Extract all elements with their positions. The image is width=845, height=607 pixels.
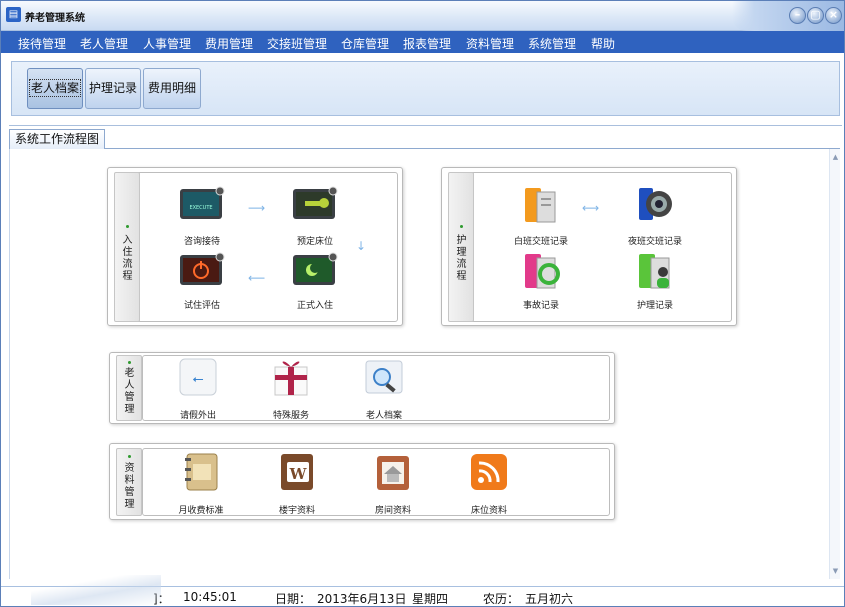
monitor-key-icon <box>293 186 338 219</box>
binder-cycle-icon <box>525 254 560 289</box>
divider <box>9 125 842 126</box>
house-folder-icon <box>377 456 409 490</box>
book-w-icon: W <box>281 454 313 490</box>
arrow-both-icon: ⟷ <box>582 201 600 215</box>
menu-reports[interactable]: 报表管理 <box>403 35 451 52</box>
menu-reception[interactable]: 接待管理 <box>18 35 66 52</box>
date-label: 日期： <box>275 592 312 606</box>
scroll-up-icon[interactable]: ▲ <box>831 153 840 161</box>
menu-fees[interactable]: 费用管理 <box>205 35 253 52</box>
app-icon: ▤ <box>6 7 21 22</box>
group-elder-label: 老人管理 <box>124 368 135 415</box>
group-elder-tab: 老人管理 <box>116 355 142 421</box>
monitor-power-icon <box>180 252 225 285</box>
close-button[interactable]: × <box>825 7 842 24</box>
menu-warehouse[interactable]: 仓库管理 <box>341 35 389 52</box>
restore-button[interactable]: ▢ <box>807 7 824 24</box>
tab-strip: 系统工作流程图 <box>9 129 840 149</box>
tab-workflow[interactable]: 系统工作流程图 <box>9 129 106 149</box>
time-value: 10:45:01 <box>183 590 237 604</box>
group-checkin: 入住流程 EXECUTE 咨询接待 预定床位 试住评估 正式入住 ⟶ ↓ ⟵ <box>107 167 403 326</box>
date-value: 2013年6月13日 <box>317 592 407 606</box>
green-dot-icon <box>460 225 463 228</box>
group-nursing-tab: 护理流程 <box>448 172 474 322</box>
svg-text:EXECUTE: EXECUTE <box>189 205 212 211</box>
minimize-button[interactable]: – <box>789 7 806 24</box>
weekday-value: 星期四 <box>412 592 449 606</box>
menu-system[interactable]: 系统管理 <box>528 35 576 52</box>
search-folder-icon <box>365 360 403 394</box>
title-bar[interactable]: ▤ 养老管理系统 – ▢ × <box>1 1 844 31</box>
vertical-scrollbar[interactable]: ▲ ▼ <box>829 149 840 579</box>
svg-text:⭠: ⭠ <box>192 371 203 387</box>
group-nursing: 护理流程 白班交班记录 夜班交班记录 事故记录 护理记录 ⟷ <box>441 167 737 326</box>
binder-day-icon <box>525 188 556 223</box>
arrow-left-icon: ⟵ <box>248 271 266 285</box>
arrow-down-icon: ↓ <box>356 239 367 253</box>
monitor-moon-icon <box>293 252 338 285</box>
group-elder: 老人管理 ⭠ 请假外出 特殊服务 老人档案 <box>109 352 615 424</box>
notebook-icon <box>185 453 218 491</box>
menu-help[interactable]: 帮助 <box>591 35 615 52</box>
time-label: ]： <box>153 592 170 606</box>
toolbar-nursing-record-button[interactable]: 护理记录 <box>85 68 141 109</box>
group-data: 资料管理 月收费标准 W 楼宇资料 房间资料 床位资料 <box>109 443 615 520</box>
group-checkin-tab: 入住流程 <box>114 172 140 322</box>
gift-icon <box>274 361 308 396</box>
toolbar-elder-file-button[interactable]: 老人档案 <box>27 68 83 109</box>
group-data-label: 资料管理 <box>124 463 135 510</box>
group-checkin-label: 入住流程 <box>122 235 133 282</box>
binder-user-icon <box>639 254 670 289</box>
scroll-down-icon[interactable]: ▼ <box>831 567 840 575</box>
workflow-canvas: 入住流程 EXECUTE 咨询接待 预定床位 试住评估 正式入住 ⟶ ↓ ⟵ 护… <box>9 149 840 579</box>
green-dot-icon <box>126 225 129 228</box>
menu-data[interactable]: 资料管理 <box>466 35 514 52</box>
toolbar-fee-detail-button[interactable]: 费用明细 <box>143 68 201 109</box>
menu-shift[interactable]: 交接班管理 <box>267 35 327 52</box>
window-controls: – ▢ × <box>732 1 844 31</box>
svg-text:W: W <box>289 465 308 483</box>
group-nursing-label: 护理流程 <box>456 235 467 282</box>
app-window: ▤ 养老管理系统 – ▢ × 接待管理 老人管理 人事管理 费用管理 交接班管理… <box>0 0 845 607</box>
green-dot-icon <box>128 455 131 458</box>
lunar-label: 农历： <box>483 592 520 606</box>
lunar-value: 五月初六 <box>525 592 574 606</box>
usb-box-icon: ⭠ <box>179 358 217 396</box>
green-dot-icon <box>128 361 131 364</box>
menu-personnel[interactable]: 人事管理 <box>143 35 191 52</box>
rss-icon <box>471 454 507 490</box>
status-bar: ]： 10:45:01 日期： 2013年6月13日 星期四 农历： 五月初六 <box>1 586 844 606</box>
toolbar-panel: 老人档案 护理记录 费用明细 <box>11 61 840 116</box>
menu-bar: 接待管理 老人管理 人事管理 费用管理 交接班管理 仓库管理 报表管理 资料管理… <box>1 31 844 53</box>
arrow-right-icon: ⟶ <box>248 201 266 215</box>
group-data-tab: 资料管理 <box>116 448 142 516</box>
window-title: 养老管理系统 <box>25 13 85 24</box>
webcam-night-icon <box>639 188 672 220</box>
monitor-execute-icon: EXECUTE <box>180 186 225 219</box>
menu-elder[interactable]: 老人管理 <box>80 35 128 52</box>
